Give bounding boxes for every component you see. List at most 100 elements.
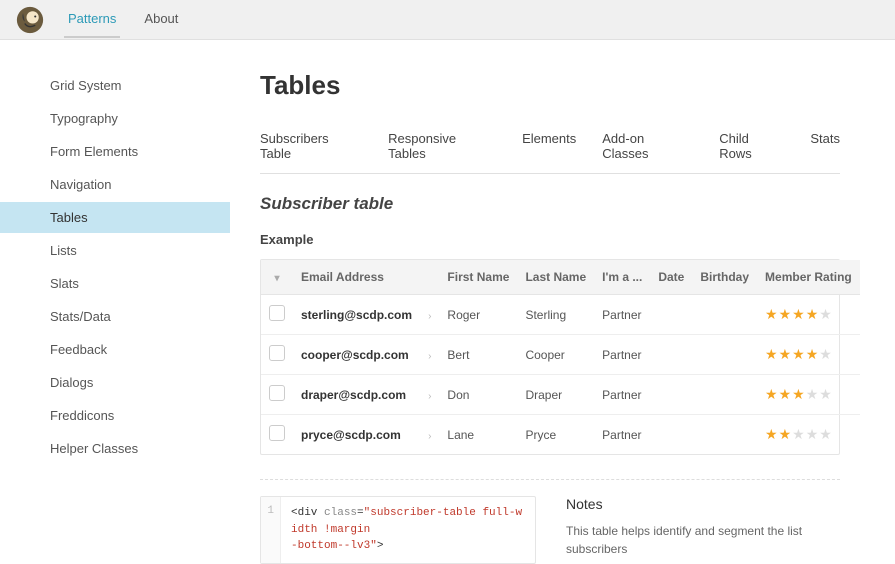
topbar: Patterns About: [0, 0, 895, 40]
topnav-item-patterns[interactable]: Patterns: [64, 1, 120, 38]
col-header: Email Address: [293, 260, 420, 295]
star-icon: ★: [792, 426, 805, 443]
sidebar-item-stats-data[interactable]: Stats/Data: [0, 301, 230, 332]
cell-first: Lane: [439, 415, 517, 455]
tab-stats[interactable]: Stats: [810, 131, 840, 161]
topnav-item-about[interactable]: About: [140, 1, 182, 38]
cell-role: Partner: [594, 335, 650, 375]
sidebar-item-typography[interactable]: Typography: [0, 103, 230, 134]
cell-last: Pryce: [517, 415, 594, 455]
cell-first: Roger: [439, 295, 517, 335]
row-checkbox[interactable]: [269, 425, 285, 441]
sidebar-item-form-elements[interactable]: Form Elements: [0, 136, 230, 167]
sidebar-item-helper-classes[interactable]: Helper Classes: [0, 433, 230, 464]
sidebar: Grid SystemTypographyForm ElementsNaviga…: [0, 40, 230, 564]
cell-email[interactable]: pryce@scdp.com: [293, 415, 420, 455]
row-checkbox[interactable]: [269, 385, 285, 401]
cell-role: Partner: [594, 415, 650, 455]
cell-rating: ★★★★★: [757, 295, 860, 335]
sidebar-item-tables[interactable]: Tables: [0, 202, 230, 233]
row-checkbox[interactable]: [269, 305, 285, 321]
star-icon: ★: [806, 306, 819, 323]
tab-add-on-classes[interactable]: Add-on Classes: [602, 131, 693, 161]
star-icon: ★: [765, 386, 778, 403]
code-text: <div class="subscriber-table full-width …: [281, 497, 535, 563]
subscriber-table: ▾Email Address First NameLast NameI'm a .…: [260, 259, 840, 455]
cell-role: Partner: [594, 295, 650, 335]
notes-title: Notes: [566, 496, 840, 512]
star-icon: ★: [819, 346, 832, 363]
cell-email[interactable]: cooper@scdp.com: [293, 335, 420, 375]
col-header: Date: [650, 260, 692, 295]
star-icon: ★: [779, 306, 792, 323]
tabs: Subscribers Table Responsive Tables Elemen…: [260, 131, 840, 174]
star-icon: ★: [806, 386, 819, 403]
cell-last: Draper: [517, 375, 594, 415]
code-block: 1 <div class="subscriber-table full-widt…: [260, 496, 536, 564]
star-icon: ★: [806, 346, 819, 363]
star-icon: ★: [765, 426, 778, 443]
star-icon: ★: [819, 306, 832, 323]
col-header: [420, 260, 439, 295]
cell-rating: ★★★★★: [757, 415, 860, 455]
cell-date: [650, 335, 692, 375]
sidebar-item-navigation[interactable]: Navigation: [0, 169, 230, 200]
cell-date: [650, 295, 692, 335]
col-header: ▾: [261, 260, 293, 295]
star-icon: ★: [765, 346, 778, 363]
sidebar-item-feedback[interactable]: Feedback: [0, 334, 230, 365]
sidebar-item-dialogs[interactable]: Dialogs: [0, 367, 230, 398]
cell-birthday: [692, 335, 757, 375]
tab-child-rows[interactable]: Child Rows: [719, 131, 784, 161]
sidebar-item-grid-system[interactable]: Grid System: [0, 70, 230, 101]
chevron-right-icon[interactable]: ›: [428, 351, 431, 362]
row-checkbox[interactable]: [269, 345, 285, 361]
notes: Notes This table helps identify and segm…: [566, 496, 840, 564]
col-header: I'm a ...: [594, 260, 650, 295]
cell-rating: ★★★★★: [757, 335, 860, 375]
page-title: Tables: [260, 70, 840, 101]
notes-text: This table helps identify and segment th…: [566, 522, 840, 558]
col-header: Birthday: [692, 260, 757, 295]
col-header: Last Name: [517, 260, 594, 295]
star-icon: ★: [792, 306, 805, 323]
section-title: Subscriber table: [260, 194, 840, 214]
chevron-right-icon[interactable]: ›: [428, 311, 431, 322]
chevron-right-icon[interactable]: ›: [428, 431, 431, 442]
cell-date: [650, 375, 692, 415]
content: Tables Subscribers Table Responsive Table…: [230, 40, 870, 564]
topnav: Patterns About: [64, 1, 182, 38]
tab-subscribers-table[interactable]: Subscribers Table: [260, 131, 362, 161]
cell-email[interactable]: sterling@scdp.com: [293, 295, 420, 335]
star-icon: ★: [765, 306, 778, 323]
cell-last: Sterling: [517, 295, 594, 335]
table-row: sterling@scdp.com›RogerSterlingPartner★★…: [261, 295, 860, 335]
sidebar-item-lists[interactable]: Lists: [0, 235, 230, 266]
star-icon: ★: [819, 386, 832, 403]
col-header: First Name: [439, 260, 517, 295]
star-icon: ★: [779, 386, 792, 403]
sidebar-item-slats[interactable]: Slats: [0, 268, 230, 299]
cell-email[interactable]: draper@scdp.com: [293, 375, 420, 415]
table-row: draper@scdp.com › DonDraperPartner ★★★★★: [261, 375, 860, 415]
star-icon: ★: [806, 426, 819, 443]
col-header: Member Rating: [757, 260, 860, 295]
chevron-right-icon[interactable]: ›: [428, 391, 431, 402]
table-row: cooper@scdp.com›BertCooperPartner★★★★★: [261, 335, 860, 375]
star-icon: ★: [792, 346, 805, 363]
sidebar-item-freddicons[interactable]: Freddicons: [0, 400, 230, 431]
cell-role: Partner: [594, 375, 650, 415]
star-icon: ★: [779, 426, 792, 443]
cell-first: Don: [439, 375, 517, 415]
tab-elements[interactable]: Elements: [522, 131, 576, 161]
cell-birthday: [692, 375, 757, 415]
example-label: Example: [260, 232, 840, 247]
tab-responsive-tables[interactable]: Responsive Tables: [388, 131, 496, 161]
mailchimp-logo-icon: [16, 6, 44, 34]
cell-first: Bert: [439, 335, 517, 375]
star-icon: ★: [819, 426, 832, 443]
line-number: 1: [261, 497, 281, 563]
cell-rating: ★★★★★: [757, 375, 860, 415]
divider: [260, 479, 840, 480]
star-icon: ★: [779, 346, 792, 363]
